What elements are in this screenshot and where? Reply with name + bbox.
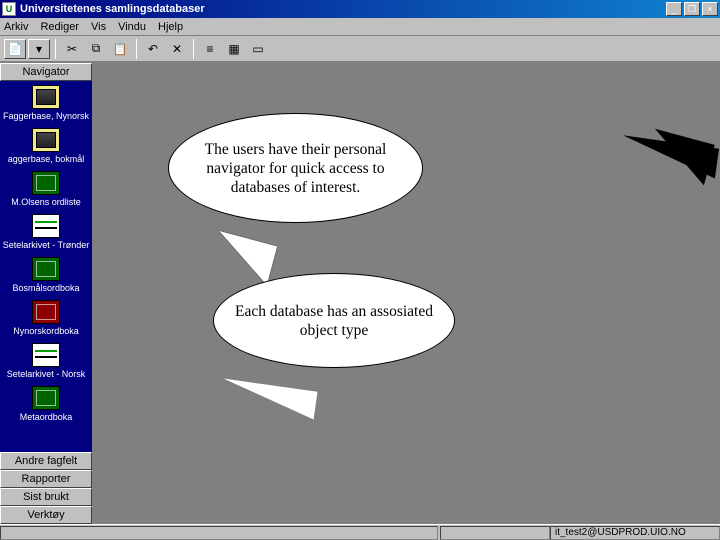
footer-verktoy[interactable]: Verktøy: [0, 506, 92, 524]
db-item-6[interactable]: Setelarkivet - Norsk: [0, 339, 92, 382]
card-icon: [32, 214, 60, 238]
navigator-header[interactable]: Navigator: [0, 63, 92, 81]
navigator-footer: Andre fagfelt Rapporter Sist brukt Verkt…: [0, 452, 92, 524]
db-label: Nynorskordboka: [2, 326, 90, 336]
book-icon: [32, 257, 60, 281]
callout-objecttype: Each database has an assosiated object t…: [213, 273, 455, 368]
card-icon: [32, 343, 60, 367]
book-icon: [32, 300, 60, 324]
app-icon: U: [2, 2, 16, 16]
db-item-4[interactable]: Bosmålsordboka: [0, 253, 92, 296]
footer-sist[interactable]: Sist brukt: [0, 488, 92, 506]
workspace: The users have their personal navigator …: [93, 63, 720, 524]
db-label: Faggerbase, Nynorsk: [2, 111, 90, 121]
footer-rapporter[interactable]: Rapporter: [0, 470, 92, 488]
status-cell: [0, 526, 438, 540]
status-bar: it_test2@USDPROD.UIO.NO: [0, 524, 720, 540]
db-label: Bosmålsordboka: [2, 283, 90, 293]
db-label: Metaordboka: [2, 412, 90, 422]
toolbar-separator: [136, 39, 137, 59]
main-area: Navigator Faggerbase, Nynorsk aggerbase,…: [0, 62, 720, 524]
db-item-1[interactable]: aggerbase, bokmål: [0, 124, 92, 167]
database-icon: [32, 128, 60, 152]
status-cell: [440, 526, 550, 540]
callout-text: Each database has an assosiated object t…: [232, 302, 436, 340]
tool-new[interactable]: 📄: [4, 39, 26, 59]
db-label: M.Olsens ordliste: [2, 197, 90, 207]
callout-tail: [209, 231, 277, 285]
book-icon: [32, 386, 60, 410]
db-label: Setelarkivet - Norsk: [2, 369, 90, 379]
menu-arkiv[interactable]: Arkiv: [4, 21, 28, 33]
tool-undo[interactable]: ↶: [142, 39, 164, 59]
navigator-sidebar: Navigator Faggerbase, Nynorsk aggerbase,…: [0, 63, 93, 524]
database-icon: [32, 85, 60, 109]
close-button[interactable]: ×: [702, 2, 718, 16]
db-item-3[interactable]: Setelarkivet - Trønder: [0, 210, 92, 253]
db-label: aggerbase, bokmål: [2, 154, 90, 164]
restore-button[interactable]: ❐: [684, 2, 700, 16]
footer-andre[interactable]: Andre fagfelt: [0, 452, 92, 470]
db-item-0[interactable]: Faggerbase, Nynorsk: [0, 81, 92, 124]
callout-text: The users have their personal navigator …: [187, 140, 404, 197]
db-item-5[interactable]: Nynorskordboka: [0, 296, 92, 339]
menu-rediger[interactable]: Rediger: [40, 21, 79, 33]
navigator-items: Faggerbase, Nynorsk aggerbase, bokmål M.…: [0, 81, 92, 452]
tool-dropdown[interactable]: ▾: [28, 39, 50, 59]
tool-paste[interactable]: 📋: [109, 39, 131, 59]
db-label: Setelarkivet - Trønder: [2, 240, 90, 250]
book-icon: [32, 171, 60, 195]
callout-tail: [220, 379, 318, 420]
window-controls: _ ❐ ×: [666, 2, 718, 16]
toolbar-separator: [55, 39, 56, 59]
status-connection: it_test2@USDPROD.UIO.NO: [550, 526, 720, 540]
tool-copy[interactable]: ⧉: [85, 39, 107, 59]
minimize-button[interactable]: _: [666, 2, 682, 16]
tool-cut[interactable]: ✂: [61, 39, 83, 59]
db-item-2[interactable]: M.Olsens ordliste: [0, 167, 92, 210]
db-item-7[interactable]: Metaordboka: [0, 382, 92, 425]
